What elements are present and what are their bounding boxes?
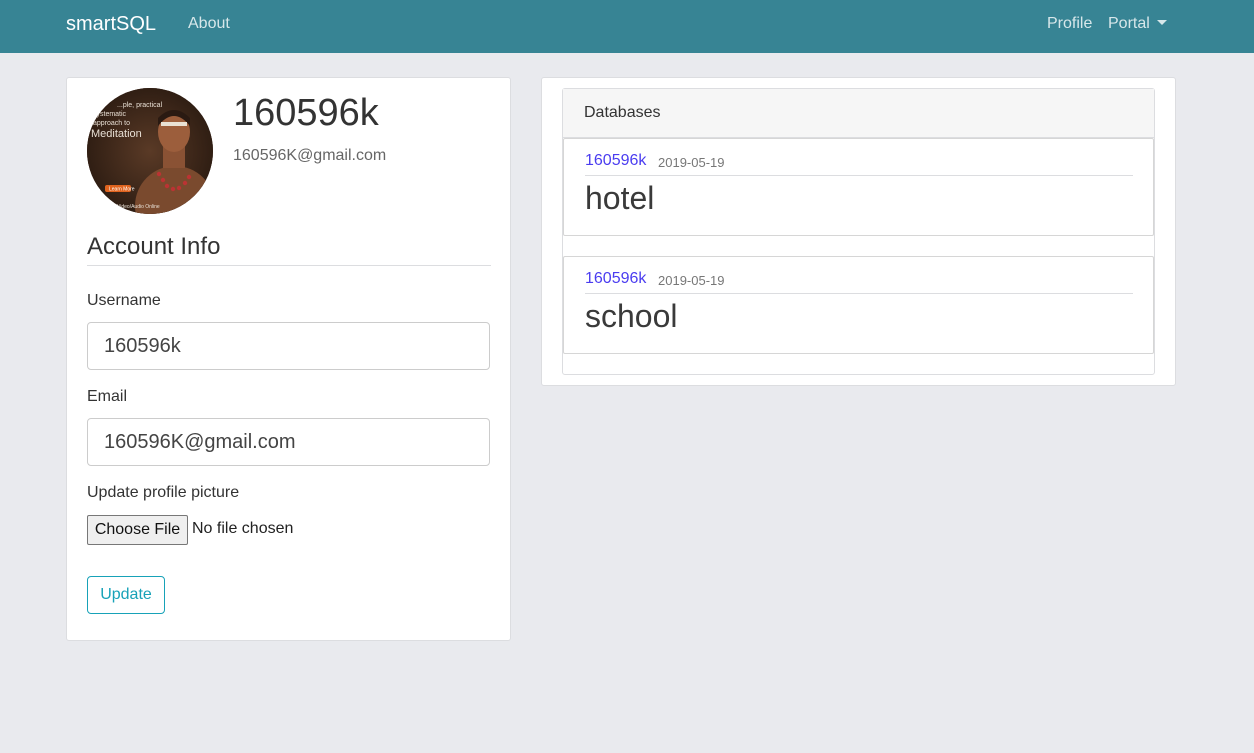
database-date: 2019-05-19 <box>658 155 725 170</box>
profile-card: ...ple, practical systematic approach to… <box>66 77 511 641</box>
database-item[interactable]: 160596k 2019-05-19 hotel <box>563 138 1154 236</box>
username-label: Username <box>87 292 161 309</box>
divider <box>585 175 1133 176</box>
top-navbar: smartSQL About Profile Portal <box>0 0 1254 53</box>
avatar-image: ...ple, practical systematic approach to… <box>87 88 213 214</box>
avatar-line-2: systematic <box>93 111 127 118</box>
database-name[interactable]: school <box>585 298 678 335</box>
chevron-down-icon <box>1156 20 1167 25</box>
profile-email: 160596K@gmail.com <box>233 147 387 164</box>
brand-link[interactable]: smartSQL <box>66 13 156 36</box>
databases-card: Databases 160596k 2019-05-19 hotel 16059… <box>541 77 1176 386</box>
database-item[interactable]: 160596k 2019-05-19 school <box>563 256 1154 354</box>
database-owner-link[interactable]: 160596k <box>585 152 646 170</box>
nav-portal-dropdown[interactable]: Portal <box>1108 15 1167 33</box>
avatar-line-4: Meditation <box>91 128 142 140</box>
nav-portal-label: Portal <box>1108 15 1150 32</box>
avatar: ...ple, practical systematic approach to… <box>87 88 213 214</box>
databases-panel: Databases 160596k 2019-05-19 hotel 16059… <box>562 88 1155 375</box>
email-label: Email <box>87 388 128 405</box>
profile-picture-label: Update profile picture <box>87 484 240 501</box>
nav-profile-link[interactable]: Profile <box>1047 15 1092 33</box>
database-owner-link[interactable]: 160596k <box>585 270 646 288</box>
avatar-button-text: Learn More <box>109 187 135 193</box>
profile-name: 160596k <box>233 92 379 134</box>
database-date: 2019-05-19 <box>658 273 725 288</box>
avatar-line-1: ...ple, practical <box>117 102 163 109</box>
email-input[interactable] <box>87 418 490 466</box>
avatar-line-3: approach to <box>93 120 130 127</box>
databases-title: Databases <box>584 104 661 121</box>
username-input[interactable] <box>87 322 490 370</box>
databases-header: Databases <box>563 89 1154 138</box>
account-info-heading: Account Info <box>87 233 491 266</box>
avatar-footer-text: Video/Audio Online <box>117 204 160 210</box>
update-button[interactable]: Update <box>87 576 165 614</box>
divider <box>585 293 1133 294</box>
choose-file-button[interactable]: Choose File <box>87 515 188 545</box>
nav-about-link[interactable]: About <box>188 15 230 33</box>
database-name[interactable]: hotel <box>585 180 654 217</box>
file-status-text: No file chosen <box>192 520 294 537</box>
